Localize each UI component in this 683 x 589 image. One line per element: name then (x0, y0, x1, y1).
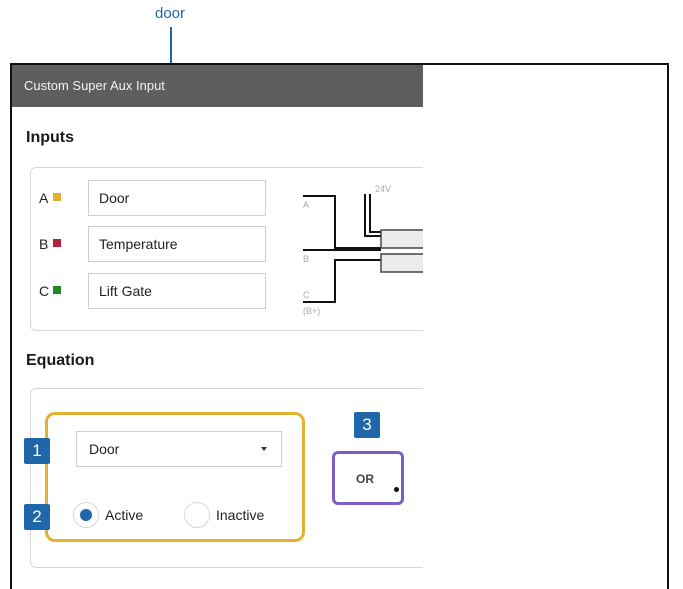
input-b-name-field[interactable]: Temperature (88, 226, 266, 262)
label-bplus: (B+) (303, 306, 320, 316)
radio-inactive-circle (184, 502, 210, 528)
inputs-heading: Inputs (26, 129, 74, 146)
badge-2: 2 (24, 504, 50, 530)
wire-24v (364, 194, 381, 237)
inputs-panel: A Door B Temperature C Lift Gate 24V A B… (30, 167, 423, 331)
input-c-name-field[interactable]: Lift Gate (88, 273, 266, 309)
wiring-diagram: 24V A B C (B+) (303, 184, 423, 316)
label-c: C (303, 290, 310, 300)
label-a: A (303, 200, 309, 210)
equation-heading: Equation (26, 352, 95, 369)
input-color-swatch (53, 193, 61, 201)
input-select-dropdown[interactable]: Door (76, 431, 282, 467)
radio-active-label: Active (105, 507, 144, 523)
input-select-value: Door (89, 441, 120, 457)
connector-top (380, 229, 423, 249)
operator-button[interactable]: OR (332, 451, 404, 505)
radio-inactive-label: Inactive (216, 507, 265, 523)
input-color-swatch (53, 286, 61, 294)
badge-3: 3 (354, 412, 380, 438)
radio-selected-dot (80, 509, 92, 521)
input-color-swatch (53, 239, 61, 247)
wire-c (303, 259, 381, 303)
window-title: Custom Super Aux Input (12, 65, 423, 107)
operator-label: OR (356, 472, 374, 486)
operator-dot (394, 487, 399, 492)
wire-24v-2 (369, 194, 381, 233)
badge-1: 1 (24, 438, 50, 464)
callout-label: door (154, 5, 186, 22)
input-letter: B (39, 236, 49, 252)
label-24v: 24V (375, 184, 391, 194)
input-letter: A (39, 190, 49, 206)
label-b: B (303, 254, 309, 264)
connector-bottom (380, 253, 423, 273)
chevron-down-icon (261, 447, 267, 451)
input-letter: C (39, 283, 50, 299)
radio-active-circle (73, 502, 99, 528)
input-a-name-field[interactable]: Door (88, 180, 266, 216)
